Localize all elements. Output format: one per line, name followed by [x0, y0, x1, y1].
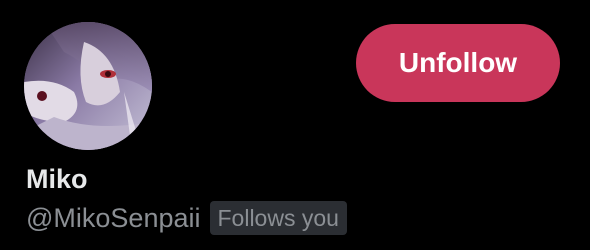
user-handle[interactable]: @MikoSenpaii [26, 201, 201, 235]
profile-card: Unfollow Miko @MikoSenpaii Follows you [0, 0, 590, 250]
handle-row: @MikoSenpaii Follows you [26, 200, 347, 236]
unfollow-button[interactable]: Unfollow [356, 24, 560, 102]
avatar[interactable] [24, 22, 152, 150]
avatar-image [24, 22, 152, 150]
display-name[interactable]: Miko [26, 162, 88, 196]
follows-you-badge: Follows you [209, 201, 347, 235]
